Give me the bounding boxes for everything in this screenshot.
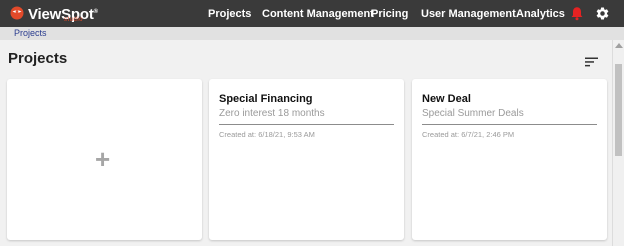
nav-item-pricing[interactable]: Pricing <box>371 0 408 27</box>
project-subtitle: Special Summer Deals <box>422 108 524 119</box>
nav-item-content-management[interactable]: Content Management <box>262 0 374 27</box>
nav-item-analytics[interactable]: Analytics <box>516 0 565 27</box>
viewspot-logo-icon <box>10 6 24 20</box>
card-divider <box>422 124 597 125</box>
bell-icon[interactable] <box>570 6 584 21</box>
project-card[interactable]: Special Financing Zero interest 18 month… <box>209 79 404 240</box>
brand-subtitle: studio <box>64 17 84 23</box>
nav-item-projects[interactable]: Projects <box>208 0 251 27</box>
brand-name: ViewSpot® <box>28 6 98 23</box>
plus-icon: + <box>95 144 111 174</box>
project-created-date: Created at: 6/18/21, 9:53 AM <box>219 130 315 139</box>
new-project-card[interactable]: + <box>7 79 202 240</box>
project-card[interactable]: New Deal Special Summer Deals Created at… <box>412 79 607 240</box>
gear-icon[interactable] <box>595 6 610 21</box>
project-title: Special Financing <box>219 93 313 105</box>
page-title: Projects <box>8 50 68 67</box>
sort-icon[interactable] <box>585 57 598 67</box>
top-navigation-bar: ViewSpot® studio Projects Content Manage… <box>0 0 624 27</box>
scroll-up-arrow-icon[interactable] <box>615 43 623 48</box>
brand-logo[interactable]: ViewSpot® studio <box>10 3 98 25</box>
scrollbar-thumb[interactable] <box>615 64 622 156</box>
breadcrumb: Projects <box>0 27 624 40</box>
project-created-date: Created at: 6/7/21, 2:46 PM <box>422 130 515 139</box>
vertical-scrollbar[interactable] <box>612 40 624 246</box>
nav-item-user-management[interactable]: User Management <box>421 0 516 27</box>
project-subtitle: Zero interest 18 months <box>219 108 325 119</box>
breadcrumb-item-projects[interactable]: Projects <box>14 27 47 40</box>
card-divider <box>219 124 394 125</box>
project-title: New Deal <box>422 93 471 105</box>
